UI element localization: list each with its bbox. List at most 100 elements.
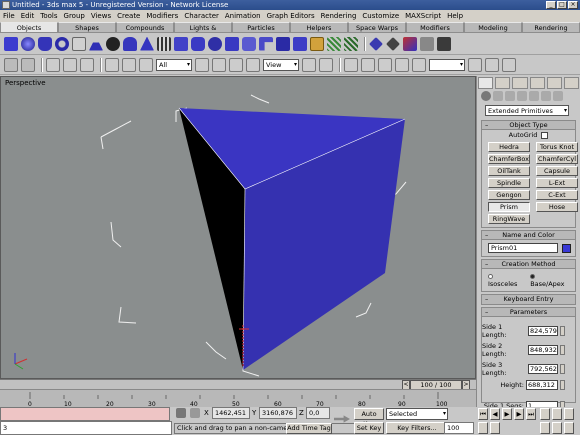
maximize-viewport-icon[interactable] (564, 422, 574, 434)
c-ext-button[interactable]: C-Ext (536, 190, 578, 200)
object-color-swatch[interactable] (562, 243, 571, 253)
maxscript-input[interactable]: 3 (0, 421, 172, 435)
named-selection-icon[interactable] (412, 57, 426, 72)
unlink-icon[interactable] (63, 57, 77, 72)
create-tab-icon[interactable] (478, 77, 494, 89)
parameters-header[interactable]: Parameters (482, 308, 575, 317)
arc-rotate-icon[interactable] (552, 422, 562, 434)
window-crossing-icon[interactable] (195, 57, 209, 72)
menu-character[interactable]: Character (184, 12, 219, 20)
zoom-extents-icon[interactable] (564, 408, 574, 420)
named-selection-dropdown[interactable] (429, 58, 465, 71)
creation-method-header[interactable]: Creation Method (482, 260, 575, 269)
l-ext-icon[interactable] (259, 36, 273, 51)
scale-icon[interactable] (246, 57, 260, 72)
hierarchy-tab-icon[interactable] (512, 77, 528, 89)
percent-snap-icon[interactable] (378, 57, 392, 72)
tab-modifiers[interactable]: Modifiers (406, 22, 464, 33)
torus-knot-icon[interactable] (344, 36, 358, 51)
l-ext-button[interactable]: L-Ext (536, 178, 578, 188)
hose-button[interactable]: Hose (536, 202, 578, 212)
pivot-center-icon[interactable] (302, 57, 316, 72)
name-color-header[interactable]: Name and Color (482, 231, 575, 240)
bind-space-warp-icon[interactable] (80, 57, 94, 72)
link-icon[interactable] (437, 36, 451, 51)
next-frame-icon[interactable]: ▶ (514, 408, 524, 420)
motion-tab-icon[interactable] (529, 77, 545, 89)
capsule-icon[interactable] (208, 36, 222, 51)
undo-icon[interactable] (4, 57, 18, 72)
time-slider[interactable]: < 100 / 100 > (0, 379, 476, 390)
lights-icon[interactable] (505, 91, 515, 101)
box-icon[interactable] (4, 36, 18, 51)
hose-icon[interactable] (386, 36, 400, 51)
chamferbox-button[interactable]: ChamferBox (488, 154, 530, 164)
side2-spinner-arrows[interactable] (560, 345, 565, 355)
geosphere-icon[interactable] (106, 36, 120, 51)
tab-particles[interactable]: Particles (232, 22, 290, 33)
tab-shapes[interactable]: Shapes (58, 22, 116, 33)
prism-icon[interactable] (310, 36, 324, 51)
auto-key-button[interactable]: Auto Key (354, 408, 384, 428)
prism-button[interactable]: Prism (488, 202, 530, 212)
cameras-icon[interactable] (517, 91, 527, 101)
time-config-icon[interactable] (490, 422, 500, 434)
current-frame-field[interactable]: 100 (444, 422, 474, 434)
tab-modeling[interactable]: Modeling (464, 22, 522, 33)
object-name-field[interactable]: Prism01 (488, 243, 559, 253)
move-icon[interactable] (212, 57, 226, 72)
helpers-icon[interactable] (529, 91, 539, 101)
systems-icon[interactable] (553, 91, 563, 101)
go-to-start-icon[interactable]: ⏮ (478, 408, 488, 420)
menu-animation[interactable]: Animation (225, 12, 261, 20)
side3-length-spinner[interactable]: 792,562 (528, 364, 559, 374)
select-by-name-icon[interactable] (122, 57, 136, 72)
tube-icon[interactable] (123, 36, 137, 51)
menu-modifiers[interactable]: Modifiers (146, 12, 178, 20)
sphere-icon[interactable] (21, 36, 35, 51)
zoom-all-icon[interactable] (552, 408, 562, 420)
menu-edit[interactable]: Edit (21, 12, 35, 20)
selection-icon[interactable] (420, 36, 434, 51)
shapes-icon[interactable] (493, 91, 503, 101)
set-key-button[interactable]: Set Key (354, 422, 384, 434)
tab-space-warps[interactable]: Space Warps (348, 22, 406, 33)
tab-helpers[interactable]: Helpers (290, 22, 348, 33)
app-icon[interactable] (2, 1, 10, 9)
side1-spinner-arrows[interactable] (560, 326, 565, 336)
height-spinner-arrows[interactable] (560, 380, 565, 390)
rotate-icon[interactable] (229, 57, 243, 72)
maximize-button[interactable]: □ (557, 1, 567, 9)
selection-filter-dropdown[interactable]: All (156, 58, 192, 71)
select-object-icon[interactable] (105, 57, 119, 72)
menu-create[interactable]: Create (117, 12, 140, 20)
gengon-icon[interactable] (293, 36, 307, 51)
tab-objects[interactable]: Objects (0, 22, 58, 33)
menu-group[interactable]: Group (64, 12, 85, 20)
pyramid-icon[interactable] (140, 36, 154, 51)
tab-rendering[interactable]: Rendering (522, 22, 580, 33)
utilities-tab-icon[interactable] (563, 77, 580, 89)
ringwave-button[interactable]: RingWave (488, 214, 530, 224)
selection-region-icon[interactable] (139, 57, 153, 72)
menu-maxscript[interactable]: MAXScript (405, 12, 441, 20)
mirror-icon[interactable] (468, 57, 482, 72)
chamferbox-icon[interactable] (174, 36, 188, 51)
keyboard-entry-header[interactable]: Keyboard Entry (482, 295, 575, 304)
y-coordinate-field[interactable]: 3160,876 (259, 407, 297, 419)
zoom-icon[interactable] (540, 408, 550, 420)
menu-rendering[interactable]: Rendering (321, 12, 357, 20)
geometry-icon[interactable] (481, 91, 491, 101)
capsule-button[interactable]: Capsule (536, 166, 578, 176)
spindle-button[interactable]: Spindle (488, 178, 530, 188)
menu-customize[interactable]: Customize (362, 12, 399, 20)
spinner-snap-icon[interactable] (395, 57, 409, 72)
add-time-tag-button[interactable]: Add Time Tag (286, 423, 332, 434)
autogrid-checkbox[interactable] (541, 131, 549, 139)
pan-icon[interactable] (540, 422, 550, 434)
minimize-button[interactable]: _ (546, 1, 556, 9)
go-to-end-icon[interactable]: ⏭ (526, 408, 536, 420)
c-ext-icon[interactable] (276, 36, 290, 51)
menu-help[interactable]: Help (447, 12, 463, 20)
ringwave-icon[interactable] (369, 36, 383, 51)
